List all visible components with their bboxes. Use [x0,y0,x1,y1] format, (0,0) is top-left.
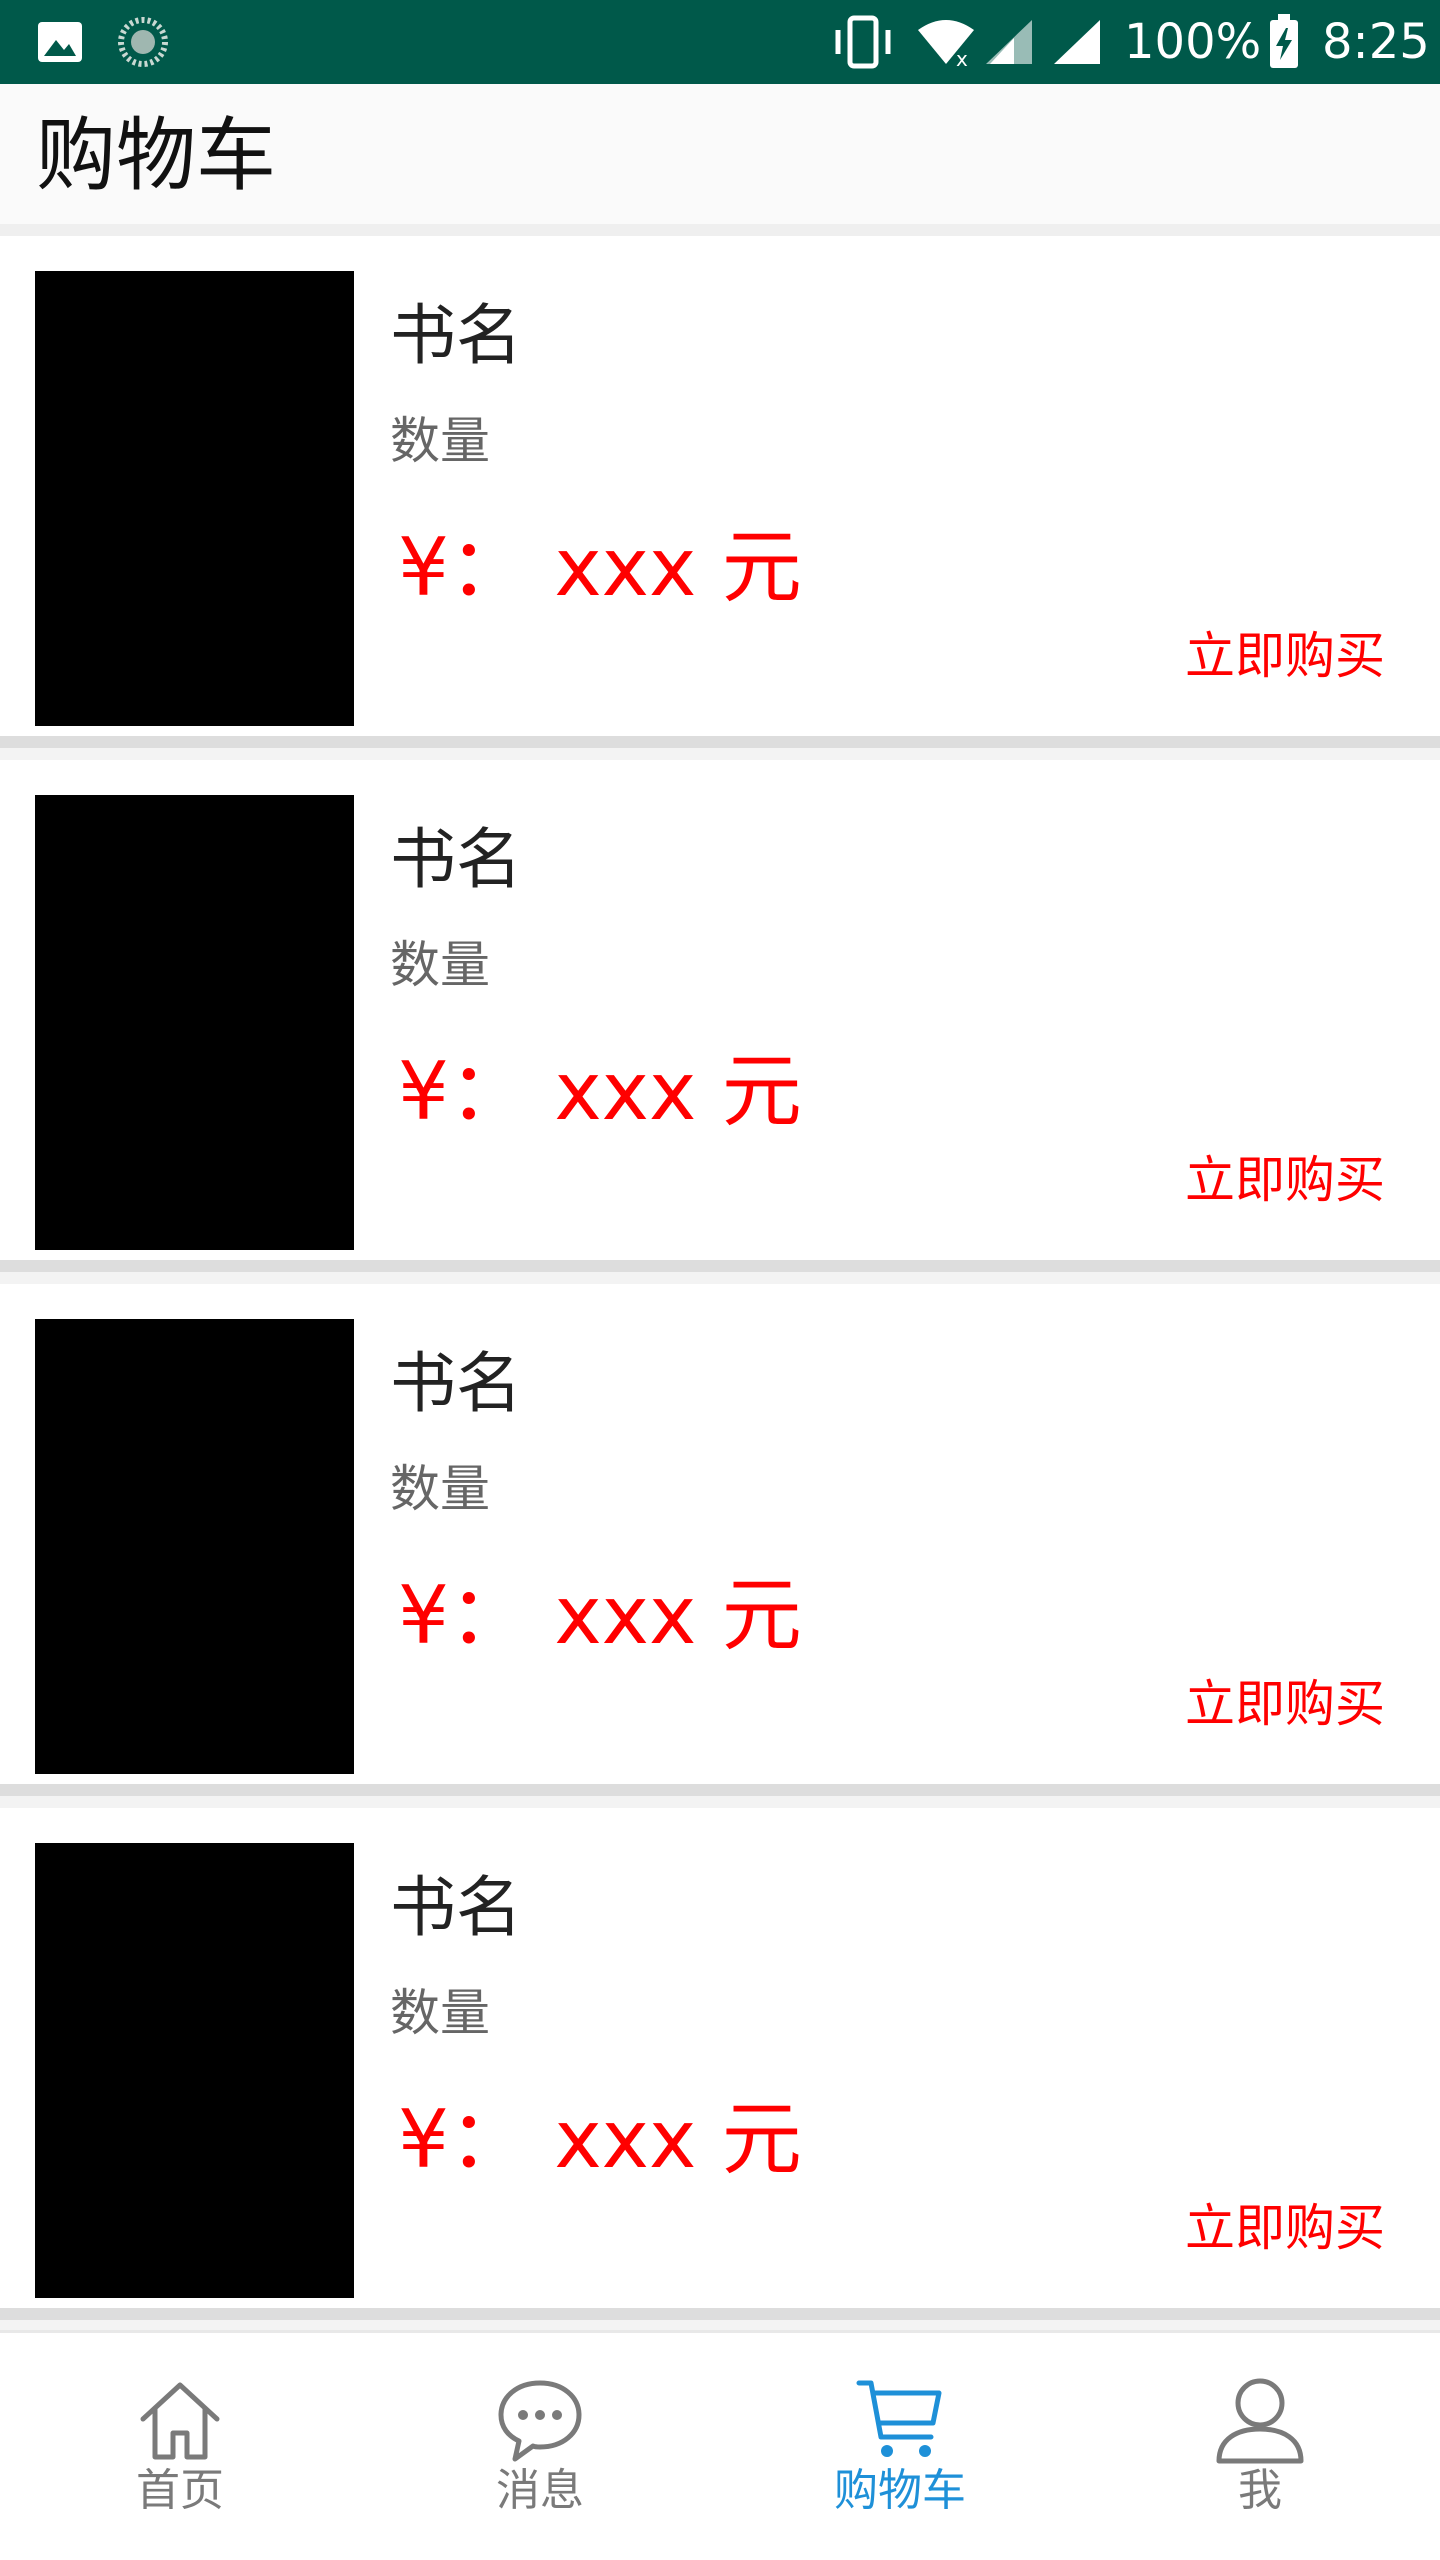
battery-charging-icon [1270,14,1298,68]
book-cover-image [35,271,354,726]
nav-item-home[interactable]: 首页 [0,2333,360,2560]
book-quantity: 数量 [390,1460,490,1518]
book-title: 书名 [390,1345,522,1422]
clock: 8:25 [1322,14,1430,70]
screen: x 100% 8:25 购物车 书名 数量 ¥： xxx 元 立即购买 书名 数… [0,0,1440,2560]
image-icon [38,22,82,62]
battery-percentage: 100% [1124,14,1262,70]
page-title: 购物车 [36,109,276,202]
book-price: ¥： xxx 元 [398,1045,802,1138]
cart-item[interactable]: 书名 数量 ¥： xxx 元 立即购买 [0,1284,1440,1808]
book-cover-image [35,1843,354,2298]
cart-list: 书名 数量 ¥： xxx 元 立即购买 书名 数量 ¥： xxx 元 立即购买 … [0,236,1440,2332]
buy-now-button[interactable]: 立即购买 [1185,624,1385,688]
vibrate-icon [835,15,891,69]
buy-now-button[interactable]: 立即购买 [1185,2196,1385,2260]
cart-icon [856,2380,942,2457]
book-price: ¥： xxx 元 [398,2093,802,2186]
cart-item[interactable]: 书名 数量 ¥： xxx 元 立即购买 [0,1808,1440,2332]
svg-text:x: x [956,47,968,68]
book-quantity: 数量 [390,936,490,994]
nav-label-cart: 购物车 [834,2465,966,2516]
sync-icon [118,17,168,67]
book-quantity: 数量 [390,1984,490,2042]
nav-label-me: 我 [1238,2465,1282,2516]
nav-label-home: 首页 [136,2465,224,2516]
message-icon [498,2380,582,2462]
nav-item-cart[interactable]: 购物车 [720,2333,1080,2560]
user-icon [1216,2378,1304,2464]
cart-item[interactable]: 书名 数量 ¥： xxx 元 立即购买 [0,760,1440,1284]
status-bar: x 100% 8:25 [0,0,1440,84]
nav-item-messages[interactable]: 消息 [360,2333,720,2560]
book-cover-image [35,795,354,1250]
book-title: 书名 [390,1869,522,1946]
book-title: 书名 [390,821,522,898]
book-price: ¥： xxx 元 [398,1569,802,1662]
home-icon [140,2382,220,2460]
nav-item-me[interactable]: 我 [1080,2333,1440,2560]
nav-label-messages: 消息 [496,2465,584,2516]
bottom-nav: 首页 消息 购物车 我 [0,2330,1440,2560]
buy-now-button[interactable]: 立即购买 [1185,1148,1385,1212]
signal-icon [986,20,1032,64]
book-cover-image [35,1319,354,1774]
book-title: 书名 [390,297,522,374]
wifi-icon: x [918,20,974,68]
signal-icon [1054,20,1100,64]
book-price: ¥： xxx 元 [398,521,802,614]
buy-now-button[interactable]: 立即购买 [1185,1672,1385,1736]
app-bar: 购物车 [0,84,1440,236]
book-quantity: 数量 [390,412,490,470]
cart-item[interactable]: 书名 数量 ¥： xxx 元 立即购买 [0,236,1440,760]
